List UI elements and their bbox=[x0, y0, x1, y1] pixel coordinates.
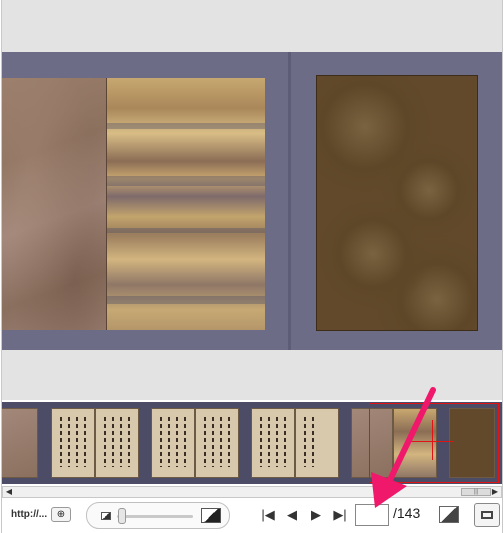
next-page-icon[interactable]: ▶ bbox=[308, 507, 324, 523]
book-cover-second bbox=[316, 75, 478, 331]
book-cover-left bbox=[2, 78, 107, 330]
zoom-in-icon[interactable] bbox=[201, 508, 221, 523]
fullscreen-button[interactable] bbox=[474, 503, 500, 527]
thumbnail[interactable] bbox=[51, 408, 139, 478]
thumbnail[interactable] bbox=[151, 408, 239, 478]
thumbnail[interactable] bbox=[251, 408, 339, 478]
thumbnail[interactable] bbox=[2, 408, 38, 478]
zoom-slider-handle[interactable] bbox=[118, 508, 126, 524]
book-cover-right bbox=[107, 78, 265, 330]
zoom-control bbox=[86, 502, 230, 529]
fit-page-button[interactable]: ⊕ bbox=[51, 507, 71, 522]
scroll-left-icon[interactable]: ◀ bbox=[4, 487, 14, 497]
last-page-icon[interactable]: ▶| bbox=[332, 507, 348, 523]
spread-divider bbox=[288, 52, 291, 350]
zoom-out-icon[interactable] bbox=[101, 512, 111, 520]
annotation-arrow bbox=[371, 387, 436, 508]
prev-page-icon[interactable]: ◀ bbox=[284, 507, 300, 523]
first-page-icon[interactable]: |◀ bbox=[260, 507, 276, 523]
url-link[interactable]: http://... bbox=[11, 509, 47, 520]
scroll-right-icon[interactable]: ▶ bbox=[490, 487, 500, 497]
scrollbar-thumb[interactable]: ||| bbox=[461, 488, 491, 496]
top-gray-band bbox=[2, 0, 502, 52]
zoom-slider-track[interactable] bbox=[117, 515, 193, 518]
